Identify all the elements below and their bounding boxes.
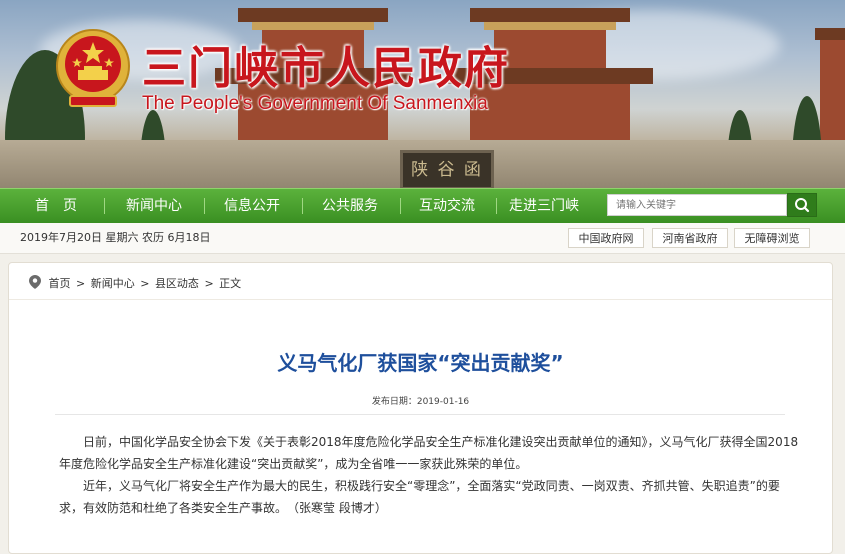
- divider: [9, 299, 832, 300]
- pagoda-decoration: [252, 22, 374, 30]
- info-bar: 2019年7月20日 星期六 农历 6月18日 中国政府网 河南省政府 无障碍浏…: [0, 223, 845, 254]
- nav-divider: [400, 198, 401, 214]
- nav-item-interaction[interactable]: 互动交流: [406, 189, 488, 223]
- breadcrumb-news[interactable]: 新闻中心: [91, 277, 135, 290]
- search-button[interactable]: [787, 193, 817, 217]
- article-panel: 首页 > 新闻中心 > 县区动态 > 正文 义马气化厂获国家“突出贡献奖” 发布…: [8, 262, 833, 554]
- link-henan-gov[interactable]: 河南省政府: [652, 228, 728, 248]
- national-emblem-icon: [56, 29, 130, 107]
- nav-divider: [496, 198, 497, 214]
- breadcrumb-separator: >: [204, 277, 214, 290]
- nav-item-about-city[interactable]: 走进三门峡: [502, 189, 586, 223]
- pagoda-body: [820, 40, 845, 140]
- nav-item-info-disclosure[interactable]: 信息公开: [212, 189, 292, 223]
- breadcrumb-home[interactable]: 首页: [49, 277, 71, 290]
- breadcrumb-current: 正文: [219, 277, 242, 290]
- search-icon: [795, 198, 810, 213]
- breadcrumb-county-news[interactable]: 县区动态: [155, 277, 199, 290]
- site-subtitle: The People's Government Of Sanmenxia: [142, 93, 488, 114]
- nav-divider: [204, 198, 205, 214]
- site-title: 三门峡市人民政府: [142, 43, 510, 94]
- divider: [55, 414, 785, 415]
- article-title: 义马气化厂获国家“突出贡献奖”: [277, 351, 564, 375]
- nav-item-public-service[interactable]: 公共服务: [310, 189, 390, 223]
- location-pin-icon: [29, 275, 41, 289]
- nav-item-home[interactable]: 首 页: [20, 189, 92, 223]
- breadcrumb-separator: >: [140, 277, 150, 290]
- header-banner: 陕 谷 函 三门峡市人民政府 The People's Government O…: [0, 0, 845, 188]
- nav-divider: [104, 198, 105, 214]
- link-accessibility[interactable]: 无障碍浏览: [734, 228, 810, 248]
- link-china-gov[interactable]: 中国政府网: [568, 228, 644, 248]
- pagoda-roof: [815, 28, 845, 40]
- nav-divider: [302, 198, 303, 214]
- current-date: 2019年7月20日 星期六 农历 6月18日: [20, 231, 211, 244]
- article-paragraph: 日前，中国化学品安全协会下发《关于表彰2018年度危险化学品安全生产标准化建设突…: [59, 435, 799, 471]
- article-paragraph: 近年，义马气化厂将安全生产作为最大的民生，积极践行安全“零理念”，全面落实“党政…: [59, 479, 780, 515]
- publish-date: 发布日期：2019-01-16: [9, 394, 832, 407]
- breadcrumb: 首页 > 新闻中心 > 县区动态 > 正文: [29, 275, 243, 291]
- publish-date-label: 发布日期：: [371, 397, 417, 407]
- pagoda-decoration: [484, 22, 616, 30]
- pagoda-roof: [238, 8, 388, 22]
- pagoda-roof: [470, 8, 630, 22]
- breadcrumb-separator: >: [76, 277, 86, 290]
- publish-date-value: 2019-01-16: [416, 397, 470, 407]
- nav-item-news[interactable]: 新闻中心: [114, 189, 194, 223]
- gate-sign: 陕 谷 函: [400, 150, 494, 188]
- pagoda-body: [494, 30, 606, 68]
- search-input[interactable]: [607, 194, 787, 216]
